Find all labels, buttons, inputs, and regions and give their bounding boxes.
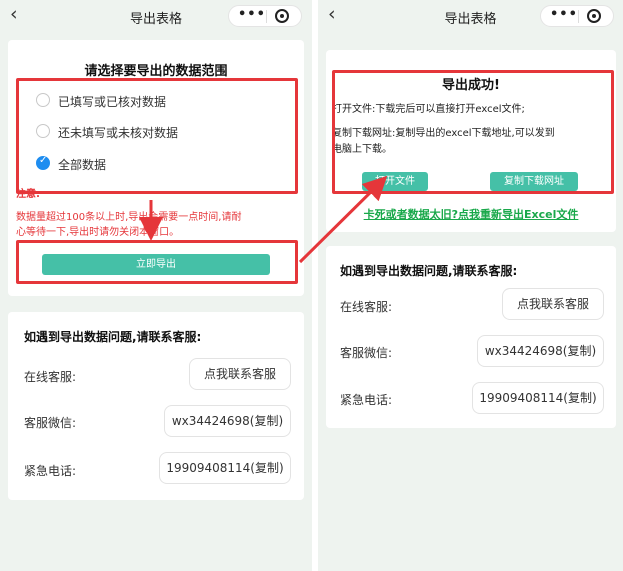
annotation-box-export <box>16 240 298 284</box>
online-service-button[interactable]: 点我联系客服 <box>502 288 604 320</box>
phone-label: 紧急电话: <box>24 464 77 478</box>
navbar: ‹ 导出表格 ••• <box>0 0 312 32</box>
annotation-box-success <box>332 70 614 194</box>
contact-card: 如遇到导出数据问题,请联系客服: 在线客服: 点我联系客服 客服微信: wx34… <box>326 246 616 428</box>
target-circle-icon[interactable] <box>587 9 601 23</box>
more-dots-icon[interactable]: ••• <box>238 7 266 22</box>
capsule-divider <box>266 10 267 23</box>
reexport-link[interactable]: 卡死或者数据太旧?点我重新导出Excel文件 <box>326 206 616 222</box>
note-body-line2: 心等待一下,导出时请勿关闭本窗口。 <box>16 227 180 238</box>
wechat-label: 客服微信: <box>340 346 393 360</box>
online-service-button[interactable]: 点我联系客服 <box>189 358 291 390</box>
mini-program-capsule: ••• <box>228 5 302 27</box>
online-service-label: 在线客服: <box>24 370 77 384</box>
annotation-box-options <box>16 78 298 194</box>
online-service-label: 在线客服: <box>340 300 393 314</box>
wechat-copy-button[interactable]: wx34424698(复制) <box>164 405 291 437</box>
contact-title: 如遇到导出数据问题,请联系客服: <box>340 264 518 278</box>
wechat-label: 客服微信: <box>24 416 77 430</box>
phone-copy-button[interactable]: 19909408114(复制) <box>159 452 291 484</box>
capsule-divider <box>578 10 579 23</box>
contact-title: 如遇到导出数据问题,请联系客服: <box>24 330 202 344</box>
phone-label: 紧急电话: <box>340 393 393 407</box>
mini-program-capsule: ••• <box>540 5 614 27</box>
range-heading: 请选择要导出的数据范围 <box>84 64 228 79</box>
left-screen: ‹ 导出表格 ••• 请选择要导出的数据范围 已填写或已核对数据 还未填写或未核… <box>0 0 312 571</box>
wechat-copy-button[interactable]: wx34424698(复制) <box>477 335 604 367</box>
right-screen: ‹ 导出表格 ••• 导出成功! 打开文件:下载完后可以直接打开excel文件;… <box>318 0 623 571</box>
target-circle-icon[interactable] <box>275 9 289 23</box>
navbar: ‹ 导出表格 ••• <box>318 0 623 32</box>
phone-copy-button[interactable]: 19909408114(复制) <box>472 382 604 414</box>
contact-card: 如遇到导出数据问题,请联系客服: 在线客服: 点我联系客服 客服微信: wx34… <box>8 312 304 500</box>
more-dots-icon[interactable]: ••• <box>550 7 578 22</box>
